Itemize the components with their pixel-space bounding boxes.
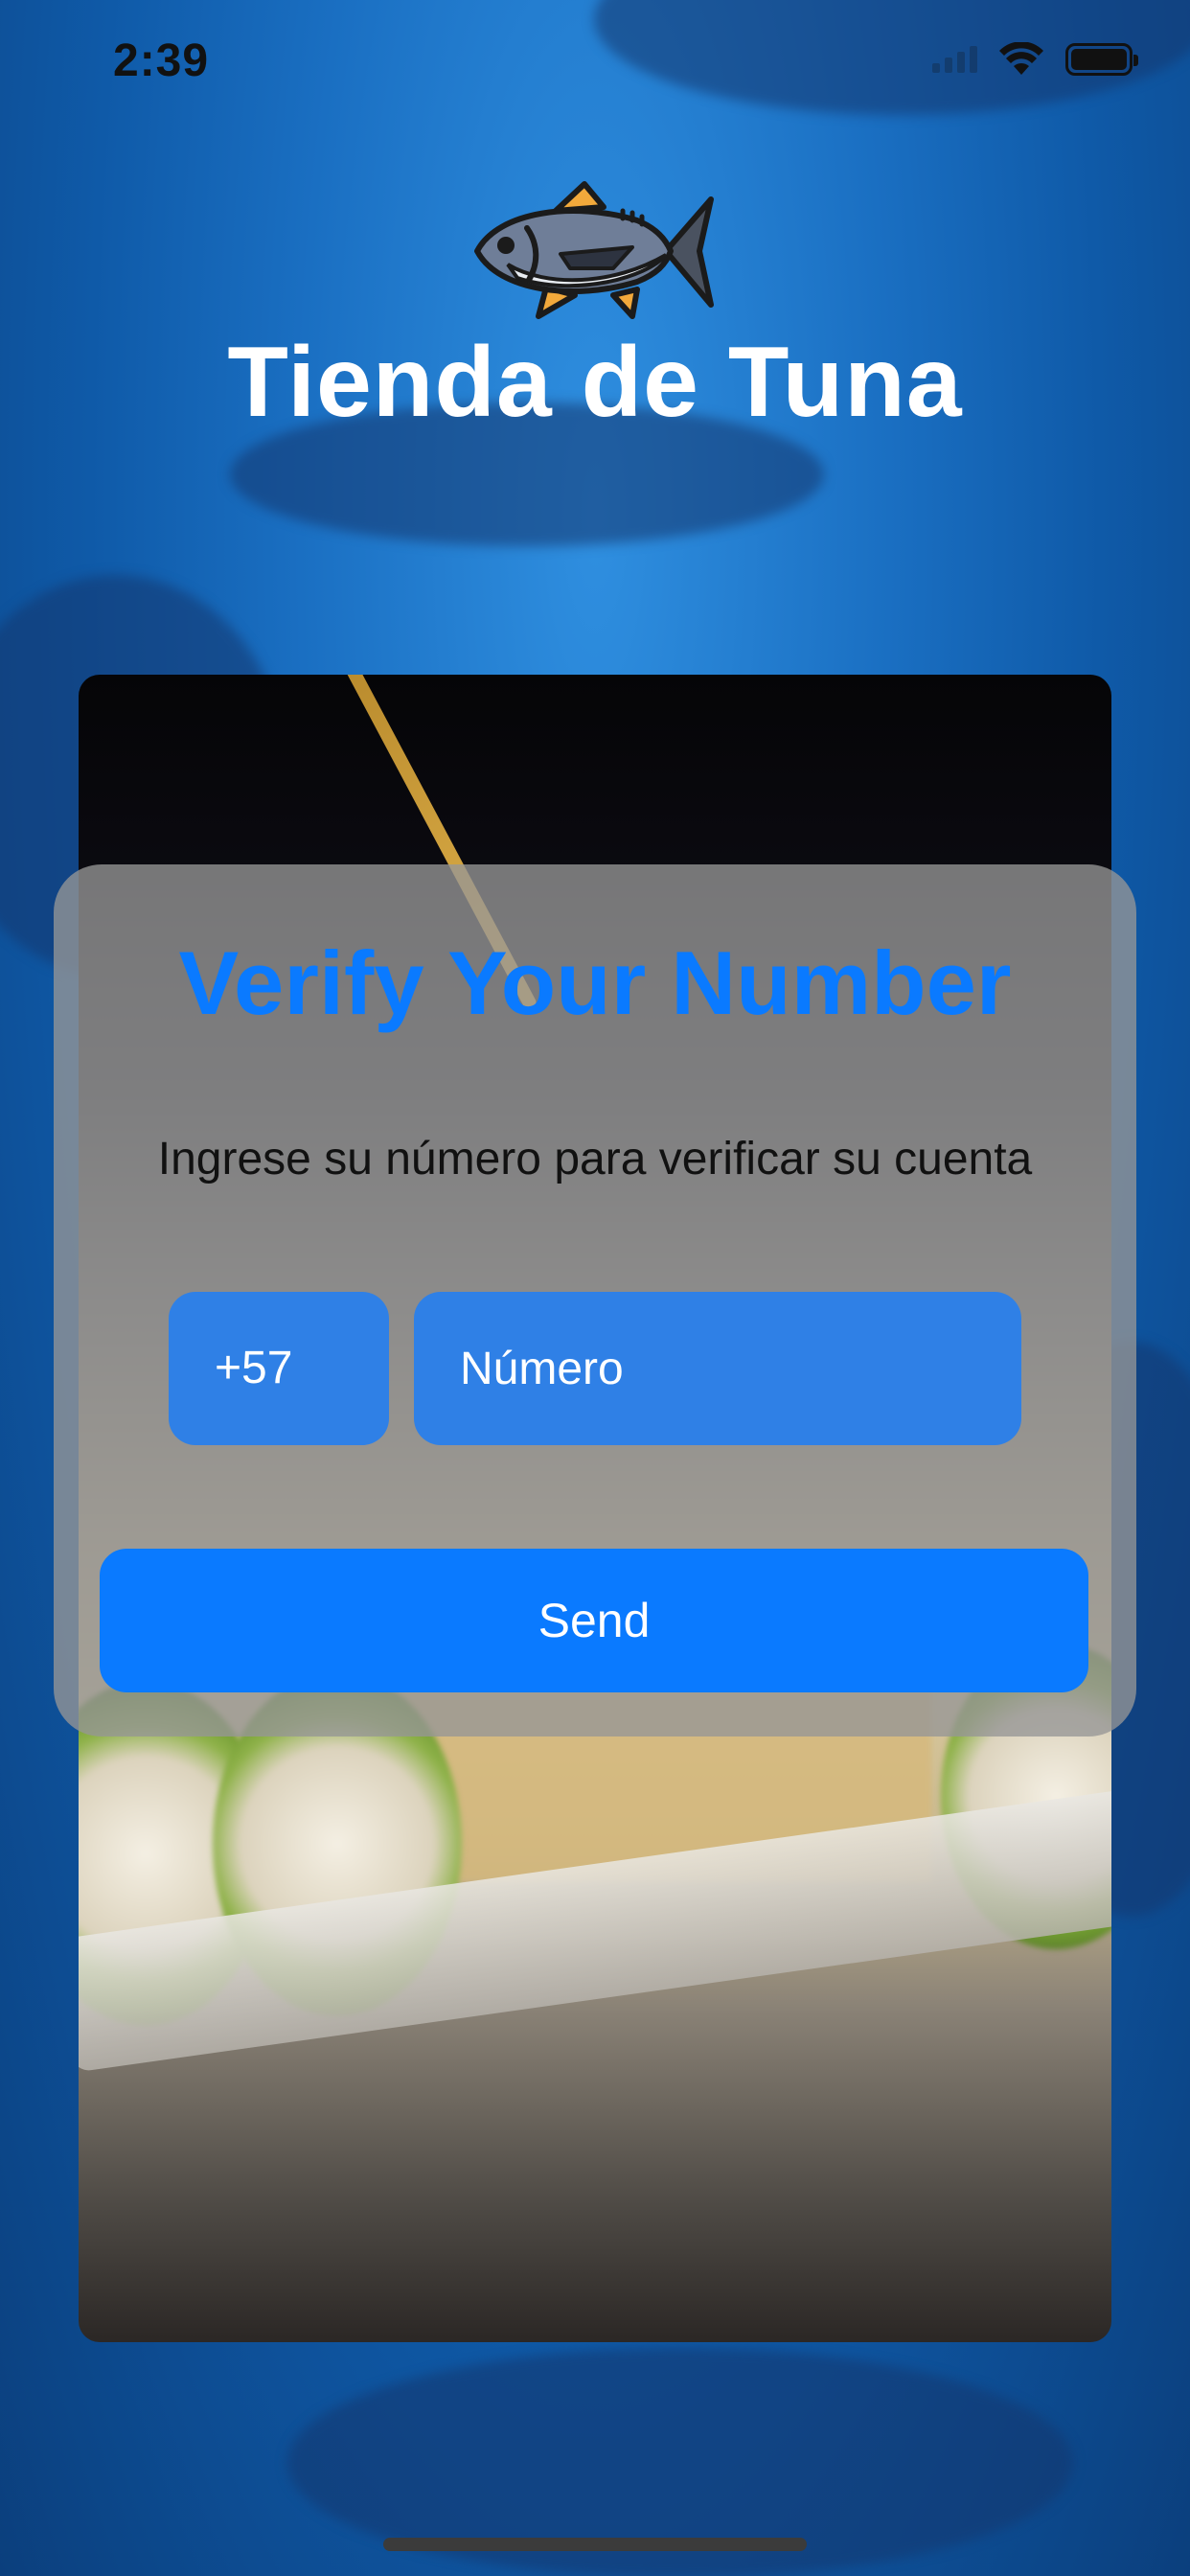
tuna-fish-icon xyxy=(469,172,721,335)
status-time: 2:39 xyxy=(113,35,210,86)
status-bar: 2:39 xyxy=(0,0,1190,126)
status-icons xyxy=(932,42,1138,77)
verify-subtitle: Ingrese su número para verificar su cuen… xyxy=(157,1134,1033,1184)
cellular-signal-icon xyxy=(932,46,977,73)
phone-number-input[interactable] xyxy=(414,1292,1021,1445)
send-button[interactable]: Send xyxy=(100,1549,1088,1692)
home-indicator[interactable] xyxy=(383,2538,807,2551)
country-code-selector[interactable]: +57 xyxy=(169,1292,389,1445)
wifi-icon xyxy=(998,42,1044,77)
verify-card: Verify Your Number Ingrese su número par… xyxy=(54,864,1136,1736)
verify-title: Verify Your Number xyxy=(178,932,1012,1033)
app-title: Tienda de Tuna xyxy=(227,327,963,438)
battery-icon xyxy=(1065,43,1138,76)
app-screen: 2:39 Tienda de Tuna Verify Your Number I… xyxy=(0,0,1190,2576)
